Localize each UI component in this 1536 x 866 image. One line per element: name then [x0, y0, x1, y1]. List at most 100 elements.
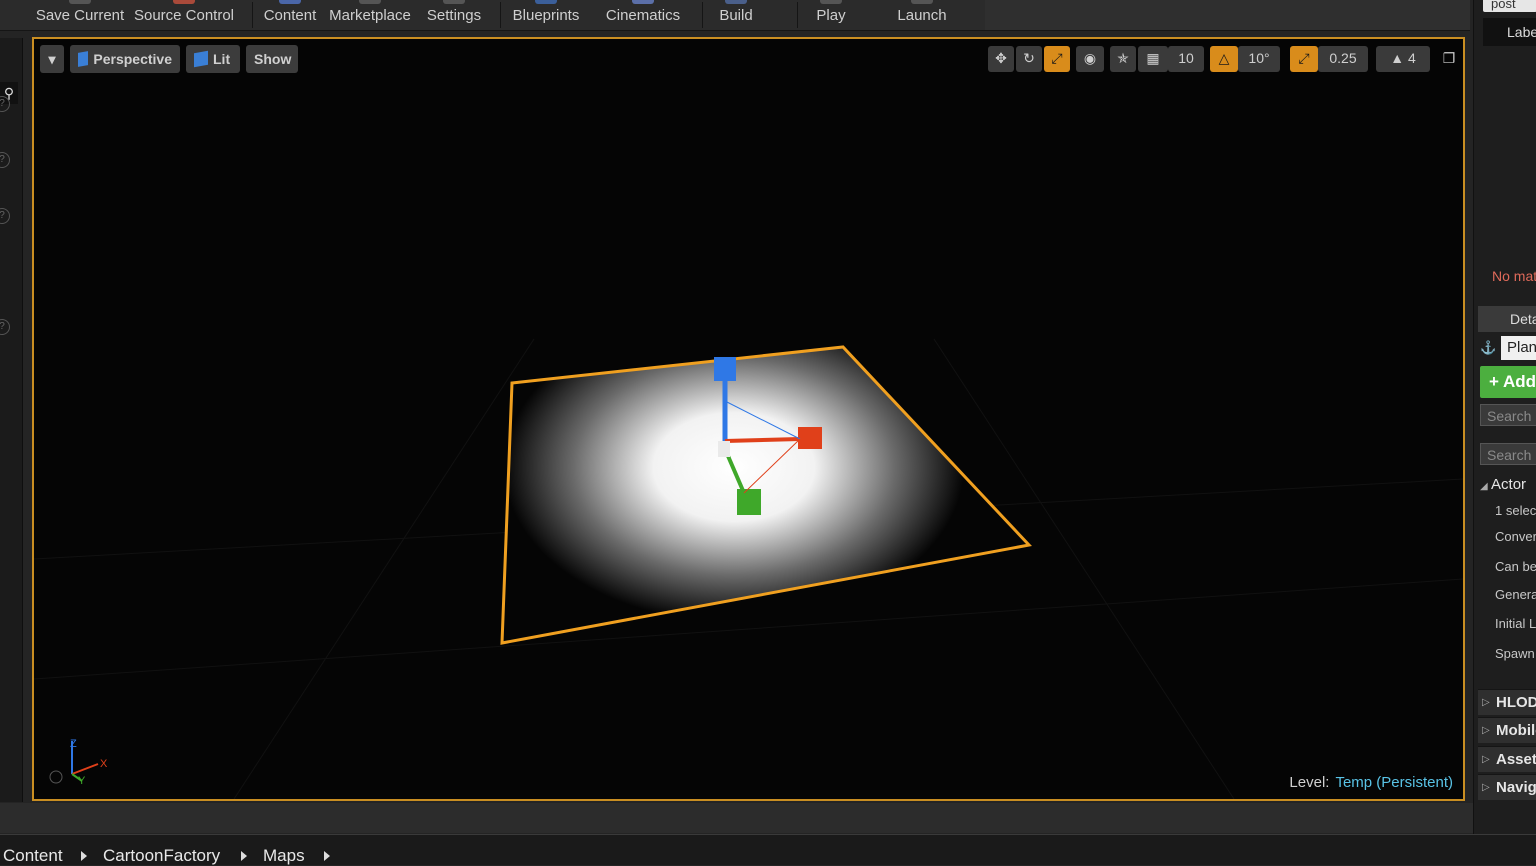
collapsed-triangle-icon: ▷ [1482, 697, 1490, 708]
build-icon [725, 0, 747, 4]
settings-icon [443, 0, 465, 4]
outliner-label-column-header[interactable]: Labe [1483, 18, 1536, 46]
actor-property: 1 selec [1495, 503, 1536, 518]
modes-panel-edge: ⚲ ? ? ? ? [0, 38, 23, 802]
add-component-button[interactable]: + Add [1480, 366, 1536, 398]
show-label: Show [254, 51, 292, 67]
marketplace-icon [359, 0, 381, 4]
lit-sphere-icon [194, 50, 208, 68]
save-icon [69, 0, 91, 4]
right-side-panels: post Labe No mat i Deta ⚓ Plan + Add Sea… [1473, 0, 1536, 864]
coordinate-space-icon[interactable]: ◉ [1076, 46, 1104, 72]
lit-button[interactable]: Lit [186, 45, 240, 73]
selected-plane-actor[interactable] [474, 312, 1054, 659]
help-icon[interactable]: ? [0, 96, 10, 112]
launch-label: Launch [897, 7, 947, 24]
surface-snap-icon[interactable]: ✯ [1110, 46, 1136, 72]
component-search-input[interactable]: Search [1480, 404, 1536, 426]
perspective-cube-icon [78, 51, 89, 67]
build-button[interactable]: Build [708, 0, 764, 30]
grid-snap-value[interactable]: 10 [1168, 46, 1204, 72]
x-axis-cube[interactable] [798, 427, 822, 449]
play-icon [820, 0, 842, 4]
help-icon[interactable]: ? [0, 319, 10, 335]
maximize-viewport-icon[interactable]: ❐ [1438, 46, 1460, 72]
viewport-options-dropdown[interactable]: ▾ [40, 45, 64, 73]
level-viewport[interactable]: Z X Y ▾ Perspective Lit Show ✥ ↻ ⤢ ◉ ✯ ▦… [32, 37, 1465, 801]
camera-icon: ▲ [1390, 50, 1405, 66]
current-level-indicator: Level: Temp (Persistent) [1289, 774, 1453, 791]
collapsed-triangle-icon: ▷ [1482, 725, 1490, 736]
source-control-button[interactable]: Source Control [132, 0, 236, 30]
category-label: Mobile [1496, 722, 1536, 739]
collapsed-triangle-icon: ▷ [1482, 754, 1490, 765]
save-current-button[interactable]: Save Current [34, 0, 126, 30]
category-mobile[interactable]: ▷ Mobile [1478, 717, 1536, 743]
actor-category-header[interactable]: ◢ Actor [1480, 476, 1536, 498]
launch-button[interactable]: Launch [890, 0, 954, 30]
help-icon [49, 770, 63, 784]
play-button[interactable]: Play [806, 0, 856, 30]
breadcrumb-arrow-icon[interactable] [81, 851, 87, 861]
settings-button[interactable]: Settings [421, 0, 487, 30]
level-label-text: Level: [1289, 774, 1330, 791]
actor-category-label: Actor [1491, 476, 1527, 493]
viewport-scene[interactable]: Z X Y [34, 39, 1463, 799]
perspective-label: Perspective [93, 51, 172, 67]
gizmo-center[interactable] [718, 441, 730, 457]
help-icon[interactable]: ? [0, 152, 10, 168]
source-control-label: Source Control [133, 7, 235, 24]
camera-speed-button[interactable]: ▲ 4 [1376, 46, 1430, 72]
axis-x-label: X [100, 758, 108, 770]
actor-property: Spawn [1495, 646, 1535, 661]
toolbar-divider [797, 2, 798, 28]
breadcrumb-cartoonfactory[interactable]: CartoonFactory [103, 846, 220, 866]
blueprints-icon [535, 0, 557, 4]
breadcrumb-arrow-icon[interactable] [241, 851, 247, 861]
main-toolbar: Save Current Source Control Content Mark… [0, 0, 1470, 31]
collapsed-triangle-icon: ▷ [1482, 782, 1490, 793]
rotate-tool-icon[interactable]: ↻ [1016, 46, 1042, 72]
content-button[interactable]: Content [259, 0, 321, 30]
scale-tool-icon[interactable]: ⤢ [1044, 46, 1070, 72]
translate-tool-icon[interactable]: ✥ [988, 46, 1014, 72]
scale-snap-icon[interactable]: ⤢ [1290, 46, 1318, 72]
breadcrumb-content[interactable]: Content [3, 846, 63, 866]
help-icon[interactable]: ? [0, 208, 10, 224]
panel-splitter[interactable] [0, 803, 1473, 833]
rotation-snap-icon[interactable]: △ [1210, 46, 1238, 72]
cinematics-button[interactable]: Cinematics [600, 0, 686, 30]
toolbar-divider [702, 2, 703, 28]
actor-name-field[interactable]: Plan [1501, 336, 1536, 360]
grid-snap-icon[interactable]: ▦ [1138, 46, 1168, 72]
build-label: Build [719, 7, 753, 24]
actor-property: Can be [1495, 559, 1536, 574]
breadcrumb-arrow-icon[interactable] [324, 851, 330, 861]
marketplace-button[interactable]: Marketplace [326, 0, 414, 30]
z-axis-cube[interactable] [714, 357, 736, 381]
details-tab[interactable]: Deta [1478, 306, 1536, 332]
category-label: Naviga [1496, 779, 1536, 796]
outliner-search-input[interactable]: post [1483, 0, 1536, 12]
perspective-button[interactable]: Perspective [70, 45, 180, 73]
category-navigation[interactable]: ▷ Naviga [1478, 774, 1536, 800]
y-axis-cube[interactable] [737, 489, 761, 515]
settings-label: Settings [426, 7, 482, 24]
show-button[interactable]: Show [246, 45, 298, 73]
rotation-snap-value[interactable]: 10° [1238, 46, 1280, 72]
x-axis-handle[interactable] [724, 437, 801, 443]
actor-property: Conver [1495, 529, 1536, 544]
scale-snap-value[interactable]: 0.25 [1318, 46, 1368, 72]
details-search-input[interactable]: Search [1480, 443, 1536, 465]
camera-speed-value: 4 [1407, 50, 1416, 66]
breadcrumb-maps[interactable]: Maps [263, 846, 305, 866]
category-hlod[interactable]: ▷ HLOD [1478, 689, 1536, 715]
toolbar-empty-area [985, 0, 1470, 30]
blueprints-label: Blueprints [512, 7, 580, 24]
axis-indicator: Z X Y [49, 738, 108, 787]
category-label: HLOD [1496, 694, 1536, 711]
blueprints-button[interactable]: Blueprints [507, 0, 585, 30]
no-match-message: No mat [1492, 268, 1536, 284]
category-asset[interactable]: ▷ Asset [1478, 746, 1536, 772]
source-control-icon [173, 0, 195, 4]
